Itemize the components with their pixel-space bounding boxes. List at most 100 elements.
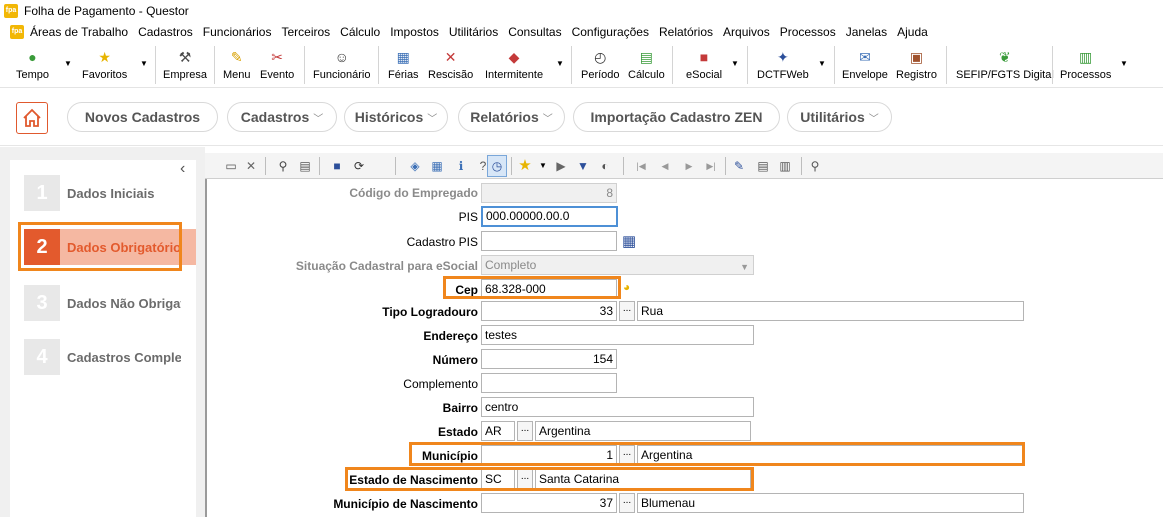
pis-label: PIS [458,210,478,224]
municipio-nascimento-code-input[interactable]: 37 [481,493,617,513]
sefip-button[interactable]: ❦ SEFIP/FGTS Digital [956,46,1054,86]
home-button[interactable] [16,102,48,134]
utilitarios-dropdown[interactable]: Utilitários ﹀ [787,102,892,132]
attachment-icon[interactable]: ◈ [407,158,423,174]
binoculars-icon[interactable]: ⚲ [275,158,291,174]
novos-cadastros-button[interactable]: Novos Cadastros [67,102,218,132]
menu-button[interactable]: ✎ Menu [223,46,251,86]
timer-icon[interactable]: ◷ [487,155,507,177]
last-record-icon[interactable]: ▶| [703,158,719,174]
menu-ajuda[interactable]: Ajuda [897,25,928,39]
registro-button[interactable]: ▣ Registro [896,46,937,86]
menu-configuracoes[interactable]: Configurações [572,25,649,39]
print-icon[interactable]: ▤ [297,158,313,174]
relatorios-dropdown[interactable]: Relatórios ﹀ [458,102,565,132]
tipo-logradouro-code-input[interactable]: 33 [481,301,617,321]
favoritos-button[interactable]: ★ Favoritos [82,46,127,86]
importacao-cadastro-zen-button[interactable]: Importação Cadastro ZEN [573,102,780,132]
toolbar-separator [834,46,835,84]
menu-arquivos[interactable]: Arquivos [723,25,770,39]
export-icon[interactable]: ▥ [777,158,793,174]
menu-janelas[interactable]: Janelas [846,25,887,39]
favoritos-dropdown-icon[interactable]: ▼ [140,59,148,68]
menu-consultas[interactable]: Consultas [508,25,561,39]
wizard-step-dados-iniciais[interactable]: 1 Dados Iniciais [24,175,196,211]
menu-impostos[interactable]: Impostos [390,25,439,39]
municipio-nascimento-lookup-button[interactable]: ... [619,493,635,513]
clear-filter-icon[interactable]: ◐ [597,158,613,174]
periodo-button[interactable]: ◴ Período [581,46,620,86]
grid-icon[interactable]: ▦ [429,158,445,174]
menu-processos[interactable]: Processos [780,25,836,39]
estado-lookup-button[interactable]: ... [517,421,533,441]
empresa-button[interactable]: ⚒ Empresa [163,46,207,86]
menu-cadastros[interactable]: Cadastros [138,25,193,39]
refresh-icon[interactable]: ⟳ [351,158,367,174]
registro-icon: ▣ [909,49,924,65]
ferias-button[interactable]: ▦ Férias [388,46,419,86]
wizard-step-cadastros-complementares[interactable]: 4 Cadastros Complementares [24,339,196,375]
rescisao-label: Rescisão [428,69,474,81]
situacao-select: Completo ▼ [481,255,754,275]
new-record-icon[interactable]: ▭ [223,158,239,174]
toolbar-separator [511,157,512,175]
processos-icon: ▥ [1079,49,1093,65]
historicos-dropdown[interactable]: Históricos ﹀ [344,102,448,132]
situacao-label: Situação Cadastral para eSocial [295,259,478,273]
menu-areas-de-trabalho[interactable]: Áreas de Trabalho [30,25,128,39]
esocial-dropdown-icon[interactable]: ▼ [731,59,739,68]
zoom-icon[interactable]: ⚲ [807,158,823,174]
complemento-input[interactable] [481,373,617,393]
bairro-input[interactable]: centro [481,397,754,417]
edit-icon[interactable]: ✎ [731,158,747,174]
cadastros-dropdown[interactable]: Cadastros ﹀ [227,102,337,132]
envelope-button[interactable]: ✉ Envelope [842,46,888,86]
calendar-icon[interactable]: ▦ [622,232,636,250]
menu-funcionarios[interactable]: Funcionários [203,25,272,39]
report-icon[interactable]: ▤ [755,158,771,174]
dctfweb-dropdown-icon[interactable]: ▼ [818,59,826,68]
processos-button[interactable]: ▥ Processos [1060,46,1111,86]
bairro-label: Bairro [442,401,478,415]
filter-icon[interactable]: ▼ [575,158,591,174]
calculo-button[interactable]: ▤ Cálculo [628,46,665,86]
menu-terceiros[interactable]: Terceiros [281,25,330,39]
menu-calculo[interactable]: Cálculo [340,25,380,39]
goto-icon[interactable]: ▶ [553,158,569,174]
info-icon[interactable]: ℹ [453,158,469,174]
toolbar-separator [155,46,156,84]
estado-code-input[interactable]: AR [481,421,515,441]
previous-record-icon[interactable]: ◀ [657,158,673,174]
toolbar-separator [265,157,266,175]
star-dropdown-icon[interactable]: ▼ [535,158,551,174]
next-record-icon[interactable]: ▶ [681,158,697,174]
star-icon[interactable]: ★ [517,158,533,174]
evento-button[interactable]: ✂ Evento [260,46,294,86]
intermitente-button[interactable]: ◆ Intermitente [485,46,543,86]
dctfweb-button[interactable]: ✦ DCTFWeb [757,46,809,86]
menu-relatorios[interactable]: Relatórios [659,25,713,39]
funcionario-label: Funcionário [313,69,371,81]
highlight-frame [18,222,182,271]
wizard-step-dados-nao-obrigatorios[interactable]: 3 Dados Não Obrigatórios [24,285,196,321]
pis-input[interactable]: 000.00000.00.0 [481,206,618,227]
tempo-dropdown-icon[interactable]: ▼ [64,59,72,68]
endereco-input[interactable]: testes [481,325,754,345]
cancel-icon[interactable]: ✕ [243,158,259,174]
menu-utilitarios[interactable]: Utilitários [449,25,498,39]
highlight-frame [443,276,621,299]
tempo-button[interactable]: ● Tempo [16,46,49,86]
chevron-down-icon: ﹀ [542,114,553,125]
funcionario-button[interactable]: ☺ Funcionário [313,46,370,86]
numero-input[interactable]: 154 [481,349,617,369]
rescisao-button[interactable]: ✕ Rescisão [428,46,473,86]
first-record-icon[interactable]: |◀ [633,158,649,174]
processos-dropdown-icon[interactable]: ▼ [1120,59,1128,68]
toolbar-separator [623,157,624,175]
cadastro-pis-input[interactable] [481,231,617,251]
intermitente-dropdown-icon[interactable]: ▼ [556,59,564,68]
tipo-logradouro-lookup-button[interactable]: ... [619,301,635,321]
cep-search-icon[interactable]: ◕ [623,280,630,294]
save-icon[interactable]: ■ [329,158,345,174]
esocial-button[interactable]: ■ eSocial [686,46,722,86]
